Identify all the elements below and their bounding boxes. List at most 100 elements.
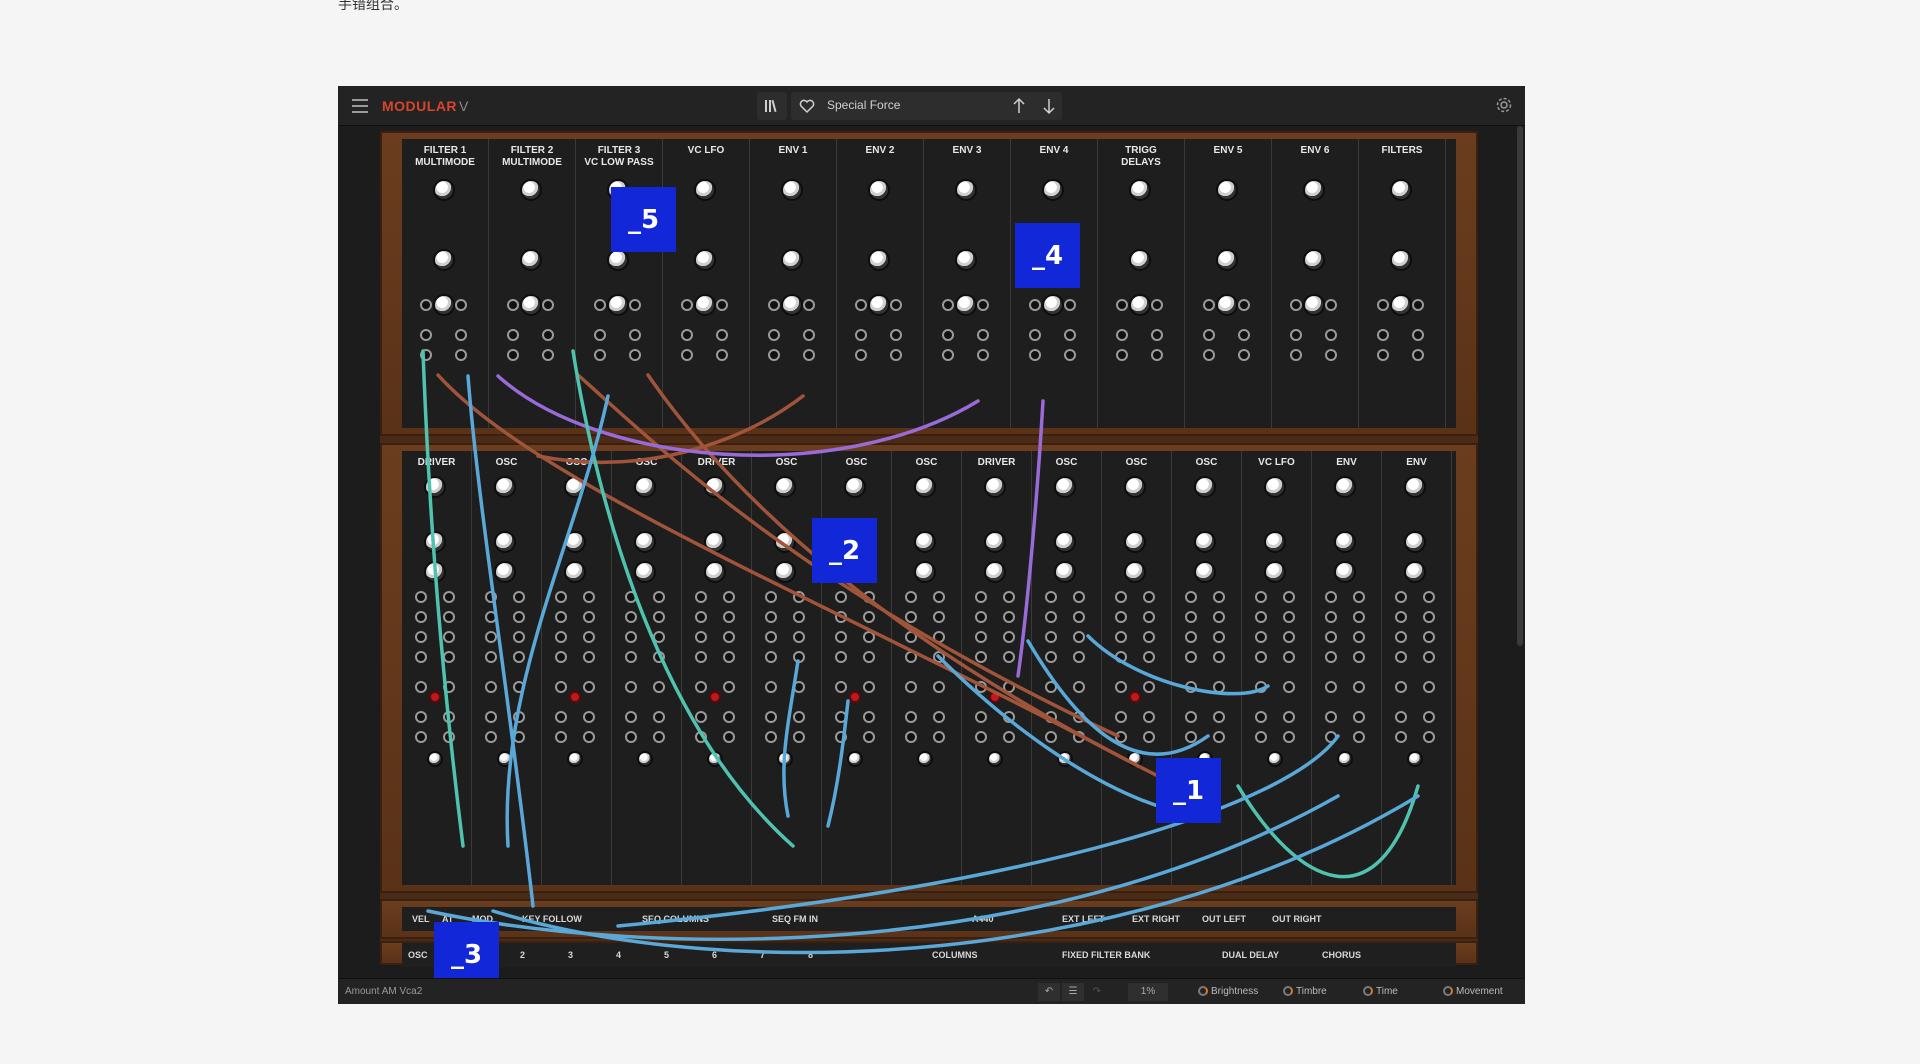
patch-jack[interactable] [583, 631, 595, 643]
volume-knob[interactable] [1337, 751, 1353, 767]
patch-jack[interactable] [513, 681, 525, 693]
patch-jack[interactable] [975, 591, 987, 603]
patch-jack[interactable] [723, 681, 735, 693]
patch-jack[interactable] [1213, 681, 1225, 693]
knob[interactable] [1264, 476, 1286, 498]
patch-jack[interactable] [1116, 329, 1129, 341]
patch-jack[interactable] [695, 731, 707, 743]
patch-jack[interactable] [443, 731, 455, 743]
patch-jack[interactable] [1325, 711, 1337, 723]
knob[interactable] [564, 561, 586, 583]
knob[interactable] [1054, 476, 1076, 498]
patch-jack[interactable] [863, 611, 875, 623]
patch-jack[interactable] [1213, 591, 1225, 603]
patch-jack[interactable] [625, 731, 637, 743]
patch-jack[interactable] [653, 681, 665, 693]
patch-jack[interactable] [454, 349, 467, 361]
patch-jack[interactable] [1203, 329, 1216, 341]
patch-jack[interactable] [443, 711, 455, 723]
knob[interactable] [634, 476, 656, 498]
patch-jack[interactable] [975, 611, 987, 623]
knob[interactable] [1124, 476, 1146, 498]
patch-jack[interactable] [653, 731, 665, 743]
patch-jack[interactable] [1115, 651, 1127, 663]
patch-jack[interactable] [555, 711, 567, 723]
volume-knob[interactable] [497, 751, 513, 767]
patch-jack[interactable] [625, 611, 637, 623]
volume-knob[interactable] [637, 751, 653, 767]
previous-preset-arrow-icon[interactable] [1011, 96, 1027, 116]
patch-jack[interactable] [1237, 349, 1250, 361]
knob[interactable] [984, 561, 1006, 583]
knob[interactable] [519, 249, 542, 271]
patch-jack[interactable] [1143, 591, 1155, 603]
patch-jack[interactable] [1150, 329, 1163, 341]
knob[interactable] [432, 249, 455, 271]
patch-jack[interactable] [1324, 329, 1337, 341]
patch-jack[interactable] [723, 651, 735, 663]
patch-jack[interactable] [793, 651, 805, 663]
patch-jack[interactable] [765, 611, 777, 623]
patch-jack[interactable] [723, 611, 735, 623]
patch-jack[interactable] [485, 651, 497, 663]
patch-jack[interactable] [1395, 681, 1407, 693]
patch-jack[interactable] [802, 349, 815, 361]
patch-jack[interactable] [485, 611, 497, 623]
patch-jack[interactable] [1115, 731, 1127, 743]
patch-jack[interactable] [583, 611, 595, 623]
patch-jack[interactable] [653, 591, 665, 603]
patch-jack[interactable] [555, 591, 567, 603]
patch-jack[interactable] [855, 329, 868, 341]
knob[interactable] [1404, 531, 1426, 553]
patch-jack[interactable] [1073, 631, 1085, 643]
patch-jack[interactable] [715, 329, 728, 341]
patch-jack[interactable] [625, 651, 637, 663]
knob[interactable] [1334, 531, 1356, 553]
patch-jack[interactable] [863, 591, 875, 603]
patch-jack[interactable] [1423, 731, 1435, 743]
patch-jack[interactable] [513, 631, 525, 643]
patch-jack[interactable] [695, 681, 707, 693]
patch-jack[interactable] [976, 349, 989, 361]
patch-jack[interactable] [1213, 631, 1225, 643]
patch-jack[interactable] [443, 591, 455, 603]
patch-jack[interactable] [1063, 349, 1076, 361]
patch-jack[interactable] [863, 731, 875, 743]
zoom-level[interactable]: 1% [1128, 983, 1168, 1001]
patch-jack[interactable] [933, 731, 945, 743]
patch-jack[interactable] [1423, 651, 1435, 663]
knob[interactable] [1334, 476, 1356, 498]
knob[interactable] [867, 249, 890, 271]
redo-icon[interactable]: ↷ [1086, 983, 1108, 1001]
patch-jack[interactable] [723, 731, 735, 743]
patch-jack[interactable] [1003, 731, 1015, 743]
patch-jack[interactable] [1073, 711, 1085, 723]
patch-jack[interactable] [415, 711, 427, 723]
undo-icon[interactable]: ↶ [1038, 983, 1060, 1001]
patch-jack[interactable] [415, 631, 427, 643]
knob[interactable] [774, 476, 796, 498]
patch-jack[interactable] [1325, 611, 1337, 623]
next-preset-arrow-icon[interactable] [1041, 96, 1057, 116]
patch-jack[interactable] [1255, 631, 1267, 643]
patch-jack[interactable] [1353, 711, 1365, 723]
patch-jack[interactable] [1423, 591, 1435, 603]
patch-jack[interactable] [1029, 329, 1042, 341]
patch-jack[interactable] [1045, 611, 1057, 623]
patch-jack[interactable] [1324, 349, 1337, 361]
patch-jack[interactable] [583, 591, 595, 603]
patch-jack[interactable] [507, 329, 520, 341]
patch-jack[interactable] [1203, 349, 1216, 361]
knob[interactable] [954, 179, 977, 201]
knob[interactable] [494, 561, 516, 583]
patch-jack[interactable] [1045, 681, 1057, 693]
patch-jack[interactable] [793, 681, 805, 693]
patch-jack[interactable] [1377, 299, 1390, 311]
knob[interactable] [914, 476, 936, 498]
preset-selector[interactable]: Special Force [791, 92, 1062, 120]
patch-jack[interactable] [594, 299, 607, 311]
patch-jack[interactable] [933, 651, 945, 663]
patch-jack[interactable] [1063, 299, 1076, 311]
patch-jack[interactable] [1073, 651, 1085, 663]
patch-jack[interactable] [625, 681, 637, 693]
